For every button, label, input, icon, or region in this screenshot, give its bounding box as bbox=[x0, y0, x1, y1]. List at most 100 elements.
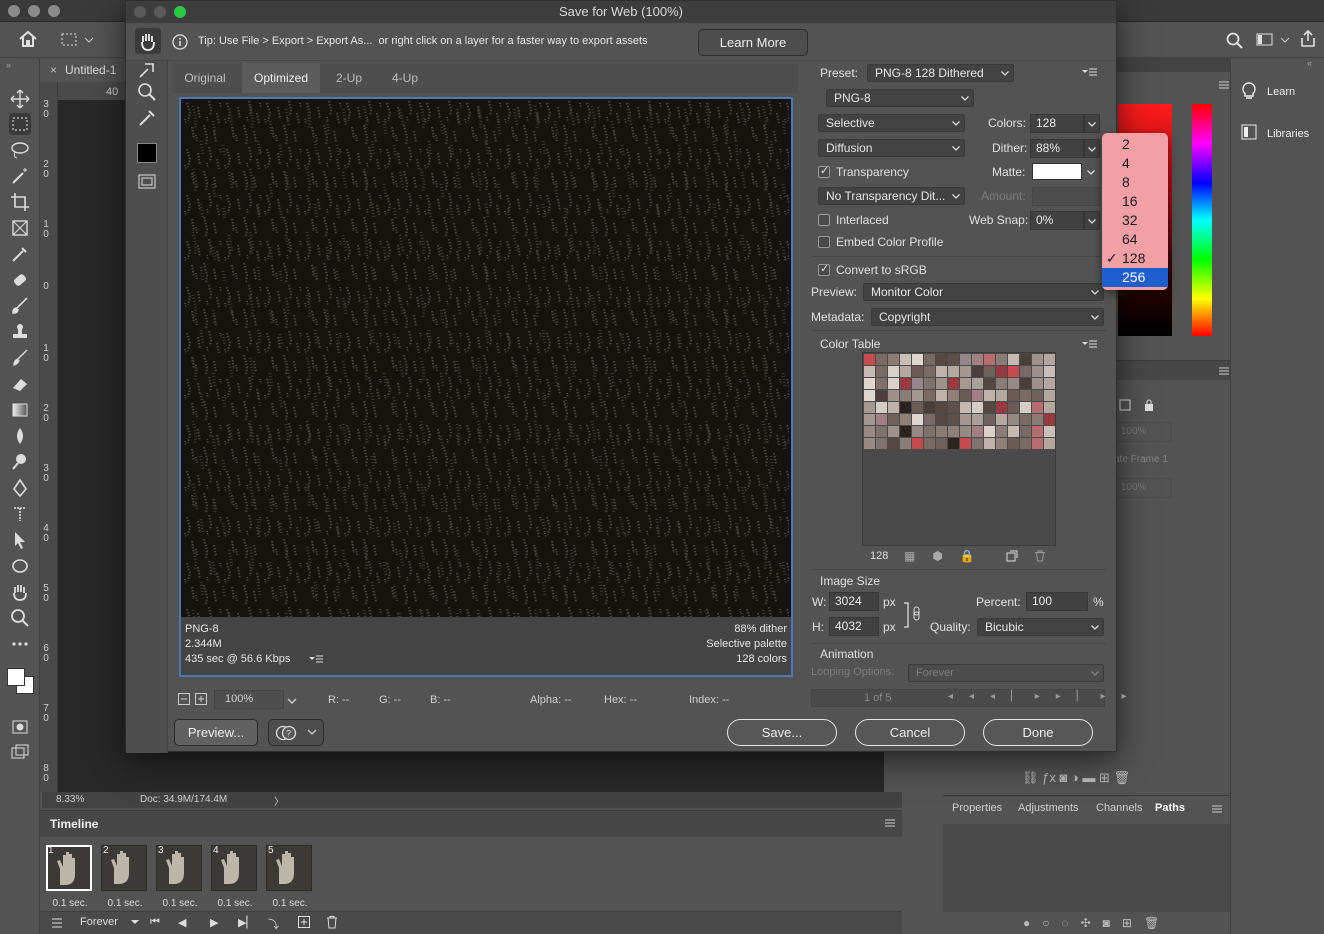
zoom-tool-icon[interactable] bbox=[9, 607, 31, 629]
document-tab[interactable]: × Untitled-1 bbox=[42, 58, 128, 82]
color-swatch[interactable] bbox=[912, 390, 923, 401]
color-swatch[interactable] bbox=[876, 402, 887, 413]
collapse-icon[interactable]: « bbox=[1307, 58, 1312, 68]
preview-color-select[interactable]: Monitor Color bbox=[863, 283, 1104, 301]
tab-optimized[interactable]: Optimized bbox=[242, 63, 320, 93]
color-table[interactable] bbox=[862, 352, 1056, 546]
learn-more-button[interactable]: Learn More bbox=[698, 29, 808, 56]
trash-icon[interactable] bbox=[1034, 550, 1046, 562]
close-window-button[interactable] bbox=[8, 5, 20, 17]
color-swatch[interactable] bbox=[960, 354, 971, 365]
color-swatch[interactable] bbox=[936, 354, 947, 365]
color-swatch[interactable] bbox=[1044, 402, 1055, 413]
color-swatch[interactable] bbox=[900, 414, 911, 425]
height-input[interactable]: 4032 bbox=[829, 617, 879, 636]
color-swatch[interactable] bbox=[972, 366, 983, 377]
preview-button[interactable]: Preview... bbox=[174, 719, 258, 746]
layer-opacity[interactable]: 100% bbox=[1116, 422, 1172, 442]
eyedropper-color-swatch[interactable] bbox=[137, 143, 157, 163]
color-swatch[interactable] bbox=[936, 366, 947, 377]
websnap-input[interactable]: 0% bbox=[1030, 211, 1084, 230]
color-swatch[interactable] bbox=[1044, 354, 1055, 365]
dialog-close-button[interactable] bbox=[134, 6, 146, 18]
color-swatch[interactable] bbox=[1032, 402, 1043, 413]
layer-actions-icons[interactable]: ⛓ ƒx ◙ ◑ ▬ ⊞ 🗑 bbox=[1022, 770, 1130, 786]
color-swatch[interactable] bbox=[972, 414, 983, 425]
type-tool-icon[interactable] bbox=[9, 503, 31, 525]
zoom-window-button[interactable] bbox=[48, 5, 60, 17]
panel-menu-icon[interactable] bbox=[1218, 80, 1230, 90]
color-swatch[interactable] bbox=[936, 402, 947, 413]
tab-channels[interactable]: Channels bbox=[1096, 802, 1142, 814]
color-swatch[interactable] bbox=[888, 354, 899, 365]
color-swatch[interactable] bbox=[936, 438, 947, 449]
color-swatch[interactable] bbox=[876, 438, 887, 449]
color-swatch[interactable] bbox=[912, 354, 923, 365]
tab-properties[interactable]: Properties bbox=[952, 802, 1002, 814]
cancel-button[interactable]: Cancel bbox=[855, 719, 965, 746]
color-table-menu-icon[interactable] bbox=[1082, 339, 1098, 349]
color-swatch[interactable] bbox=[948, 402, 959, 413]
prev-frame-icon[interactable]: ◀︎ bbox=[178, 916, 186, 929]
zoom-tool-icon[interactable] bbox=[136, 81, 158, 103]
color-swatch[interactable] bbox=[972, 354, 983, 365]
matte-dropdown-toggle[interactable] bbox=[1084, 163, 1100, 180]
chevron-right-icon[interactable]: 〉 bbox=[274, 793, 284, 808]
marquee-options-icon[interactable] bbox=[60, 32, 94, 48]
color-swatch[interactable] bbox=[864, 378, 875, 389]
color-swatch[interactable] bbox=[960, 438, 971, 449]
color-swatch[interactable] bbox=[984, 366, 995, 377]
color-table-actions[interactable]: ▦⬢🔒 bbox=[904, 549, 992, 563]
share-icon[interactable] bbox=[1299, 30, 1317, 48]
timeline-frame[interactable]: 2 0.1 sec. bbox=[99, 843, 149, 909]
color-swatch[interactable] bbox=[1020, 378, 1031, 389]
tab-original[interactable]: Original bbox=[174, 63, 236, 93]
color-swatches[interactable] bbox=[4, 662, 38, 702]
browser-preview-button[interactable]: ? bbox=[268, 719, 324, 746]
new-color-icon[interactable] bbox=[1006, 550, 1018, 562]
colors-input[interactable]: 128 bbox=[1030, 114, 1084, 133]
interlaced-checkbox[interactable] bbox=[818, 214, 830, 226]
color-swatch[interactable] bbox=[972, 378, 983, 389]
panel-menu-icon[interactable] bbox=[1211, 804, 1223, 814]
color-swatch[interactable] bbox=[1044, 438, 1055, 449]
dialog-zoom-button[interactable] bbox=[174, 6, 186, 18]
path-actions-icons[interactable]: ●○◌✣◙⊞🗑 bbox=[1023, 916, 1171, 930]
color-swatch[interactable] bbox=[984, 390, 995, 401]
color-swatch[interactable] bbox=[972, 438, 983, 449]
color-swatch[interactable] bbox=[972, 402, 983, 413]
colors-option[interactable]: 8 bbox=[1102, 173, 1168, 192]
color-swatch[interactable] bbox=[1032, 390, 1043, 401]
color-swatch[interactable] bbox=[1008, 390, 1019, 401]
learn-panel-button[interactable]: Learn bbox=[1239, 80, 1321, 106]
color-swatch[interactable] bbox=[996, 438, 1007, 449]
hand-tool-icon[interactable] bbox=[9, 581, 31, 603]
color-swatch[interactable] bbox=[1020, 402, 1031, 413]
looping-select[interactable]: Forever bbox=[908, 664, 1104, 682]
color-swatch[interactable] bbox=[996, 426, 1007, 437]
color-swatch[interactable] bbox=[900, 390, 911, 401]
color-swatch[interactable] bbox=[924, 366, 935, 377]
colors-option[interactable]: 32 bbox=[1102, 211, 1168, 230]
loop-select[interactable]: Forever bbox=[80, 916, 118, 928]
color-swatch[interactable] bbox=[888, 366, 899, 377]
lock-position-icon[interactable] bbox=[1118, 398, 1132, 412]
new-frame-icon[interactable] bbox=[297, 915, 311, 929]
color-swatch[interactable] bbox=[1008, 414, 1019, 425]
chevron-down-icon[interactable] bbox=[130, 917, 140, 927]
websnap-dropdown-toggle[interactable] bbox=[1084, 211, 1100, 230]
color-swatch[interactable] bbox=[900, 366, 911, 377]
transparency-checkbox[interactable] bbox=[818, 164, 830, 178]
transparency-dither-select[interactable]: No Transparency Dit... bbox=[818, 187, 965, 205]
color-swatch[interactable] bbox=[996, 390, 1007, 401]
color-swatch[interactable] bbox=[936, 378, 947, 389]
color-swatch[interactable] bbox=[960, 366, 971, 377]
color-swatch[interactable] bbox=[888, 426, 899, 437]
color-swatch[interactable] bbox=[900, 354, 911, 365]
color-swatch[interactable] bbox=[1020, 390, 1031, 401]
download-menu-icon[interactable] bbox=[309, 654, 323, 664]
color-swatch[interactable] bbox=[996, 402, 1007, 413]
preview-image[interactable] bbox=[183, 101, 789, 617]
trash-icon[interactable] bbox=[325, 915, 339, 929]
color-swatch[interactable] bbox=[876, 354, 887, 365]
